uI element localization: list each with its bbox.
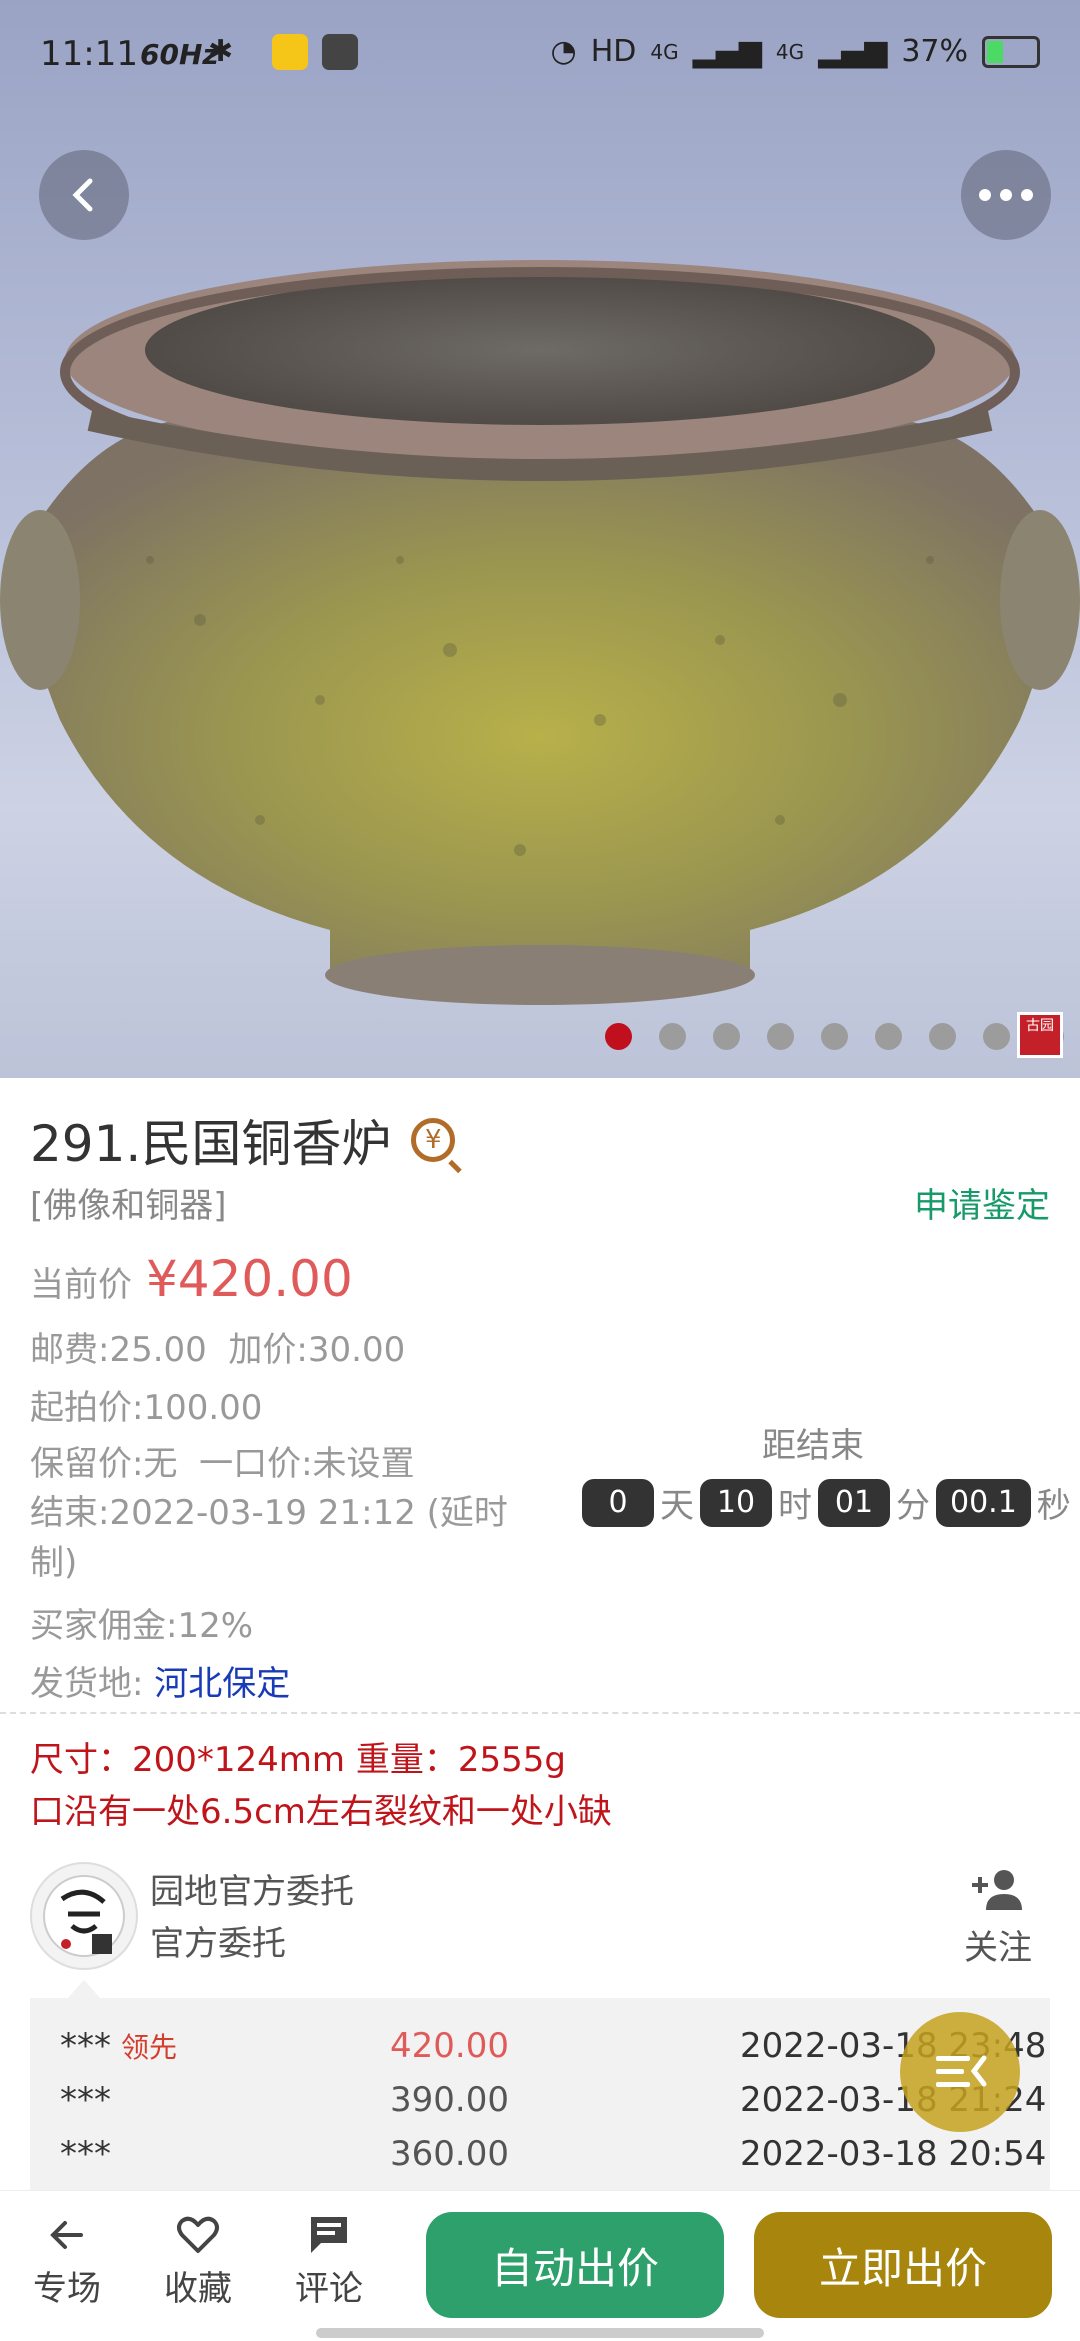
buyer-commission: 买家佣金:12% [30,1606,254,1646]
bid-price: 420.00 [390,2026,509,2066]
fee-line: 邮费:25.00 加价:30.00 [30,1322,405,1371]
bid-price: 390.00 [390,2080,509,2120]
shipping-fee: 邮费:25.00 [30,1330,207,1370]
menu-fab[interactable] [900,2012,1020,2132]
apply-appraisal-link[interactable]: 申请鉴定 [914,1178,1050,1227]
hours-unit: 时 [778,1486,812,1526]
countdown-hours: 10 [700,1478,772,1527]
reserve-line: 保留价:无 一口价:未设置 [30,1436,415,1485]
seller-name[interactable]: 园地官方委托 [150,1864,354,1913]
list-menu-icon [936,2055,987,2087]
network-label: HD [590,34,637,69]
bluetooth-icon: ✱ [208,34,234,69]
chevron-left-icon [72,178,93,212]
tab-favorite-label: 收藏 [164,2269,232,2309]
bid-history: *** 领先 420.00 2022-03-18 23:48 *** 390.00… [30,1998,1050,2200]
signal-icon: ▂▄▆ [692,34,762,69]
price-search-icon[interactable]: ¥ [411,1118,456,1162]
pager-dot[interactable] [929,1023,956,1050]
more-button[interactable] [961,150,1051,240]
signal-a: 4G [650,39,679,64]
watermark-seal: 古园 [1017,1012,1063,1058]
mail-app-icon [322,34,358,70]
buy-now-price: 一口价:未设置 [199,1444,415,1484]
auto-bid-button[interactable]: 自动出价 [426,2212,724,2318]
pager-dot[interactable] [875,1023,902,1050]
home-indicator[interactable] [316,2328,764,2338]
tab-comment-label: 评论 [295,2269,363,2309]
tab-favorite[interactable]: 收藏 [143,2211,253,2310]
more-dots-icon [979,189,1033,201]
bid-increment: 加价:30.00 [228,1330,406,1370]
ship-from-label: 发货地: [30,1664,144,1704]
follow-label: 关注 [964,1928,1032,1968]
tab-venue[interactable]: 专场 [12,2211,122,2310]
start-price: 起拍价:100.00 [30,1388,263,1428]
battery-icon [982,35,1040,68]
divider [0,1712,1080,1714]
countdown-label: 距结束 [762,1426,864,1466]
bids-pointer [68,1980,100,1998]
countdown-minutes: 01 [818,1478,890,1527]
status-time: 11:11 [40,34,138,74]
countdown-timer: 0 天 10 时 01 分 00.1 秒 [582,1478,1071,1527]
pager-dot[interactable] [605,1023,632,1050]
arrow-left-icon [50,2221,83,2249]
days-unit: 天 [660,1486,694,1526]
leading-tag: 领先 [121,2031,178,2064]
seconds-unit: 秒 [1036,1486,1071,1526]
bid-time: 2022-03-18 20:54 [740,2134,1047,2174]
ship-from-row: 发货地: 河北保定 [30,1656,290,1705]
tab-comment[interactable]: 评论 [274,2211,384,2310]
bid-now-button[interactable]: 立即出价 [754,2212,1052,2318]
minutes-unit: 分 [896,1486,930,1526]
end-time: 结束:2022-03-19 21:12 (延时制) [30,1493,508,1583]
description-line: 口沿有一处6.5cm左右裂纹和一处小缺 [30,1792,612,1832]
reserve-price: 保留价:无 [30,1444,178,1484]
product-image[interactable]: 11:11 60Hz ✱ ◔ HD 4G ▂▄▆ 4G ▂▄▆ 37% 古园 [0,0,1080,1078]
seller-logo-icon [43,1875,125,1957]
lot-description: 尺寸：200*124mm 重量：2555g 口沿有一处6.5cm左右裂纹和一处小… [30,1734,612,1838]
ship-from-place[interactable]: 河北保定 [154,1664,290,1704]
pager-dot[interactable] [767,1023,794,1050]
bidder: *** [60,2080,111,2120]
pager-dot[interactable] [983,1023,1010,1050]
battery-percent: 37% [901,34,968,69]
countdown-days: 0 [582,1478,654,1527]
bid-price: 360.00 [390,2134,509,2174]
bid-user: *** 领先 [60,2026,177,2066]
comment-icon [311,2217,347,2253]
tab-venue-label: 专场 [33,2269,101,2309]
bidder: *** [60,2026,111,2066]
pager-dot[interactable] [713,1023,740,1050]
status-bar: 11:11 60Hz ✱ ◔ HD 4G ▂▄▆ 4G ▂▄▆ 37% [0,28,1080,84]
lot-title-row: 291.民国铜香炉 ¥ [30,1104,456,1176]
lot-category[interactable]: [佛像和铜器] [30,1178,227,1227]
bronze-censer-photo [0,260,1080,1005]
current-price-label: 当前价 [30,1265,132,1305]
countdown-seconds: 00.1 [936,1478,1031,1527]
bidder: *** [60,2134,111,2174]
image-pager[interactable] [605,1023,1064,1051]
bid-row: *** 360.00 2022-03-18 20:54 [30,2134,1050,2188]
wifi-icon: ◔ [550,34,577,69]
add-person-icon [972,1870,1022,1910]
bid-row: *** 390.00 2022-03-18 21:24 [30,2080,1050,2134]
back-button[interactable] [39,150,129,240]
signal-b: 4G [775,39,805,64]
bid-row: *** 领先 420.00 2022-03-18 23:48 [30,2026,1050,2080]
refresh-rate: 60Hz [140,38,219,71]
music-app-icon [272,34,308,70]
pager-dot[interactable] [821,1023,848,1050]
current-price-row: 当前价 ¥420.00 [30,1250,353,1308]
pager-dot[interactable] [659,1023,686,1050]
lot-title: 291.民国铜香炉 [30,1115,392,1173]
signal-icon: ▂▄▆ [818,34,888,69]
seller-subtitle: 官方委托 [150,1924,286,1964]
follow-button[interactable]: 关注 [962,1868,1034,1969]
heart-icon [177,2216,219,2253]
current-price: ¥420.00 [146,1250,353,1308]
description-line: 尺寸：200*124mm 重量：2555g [30,1740,566,1780]
seller-avatar[interactable] [30,1862,138,1970]
